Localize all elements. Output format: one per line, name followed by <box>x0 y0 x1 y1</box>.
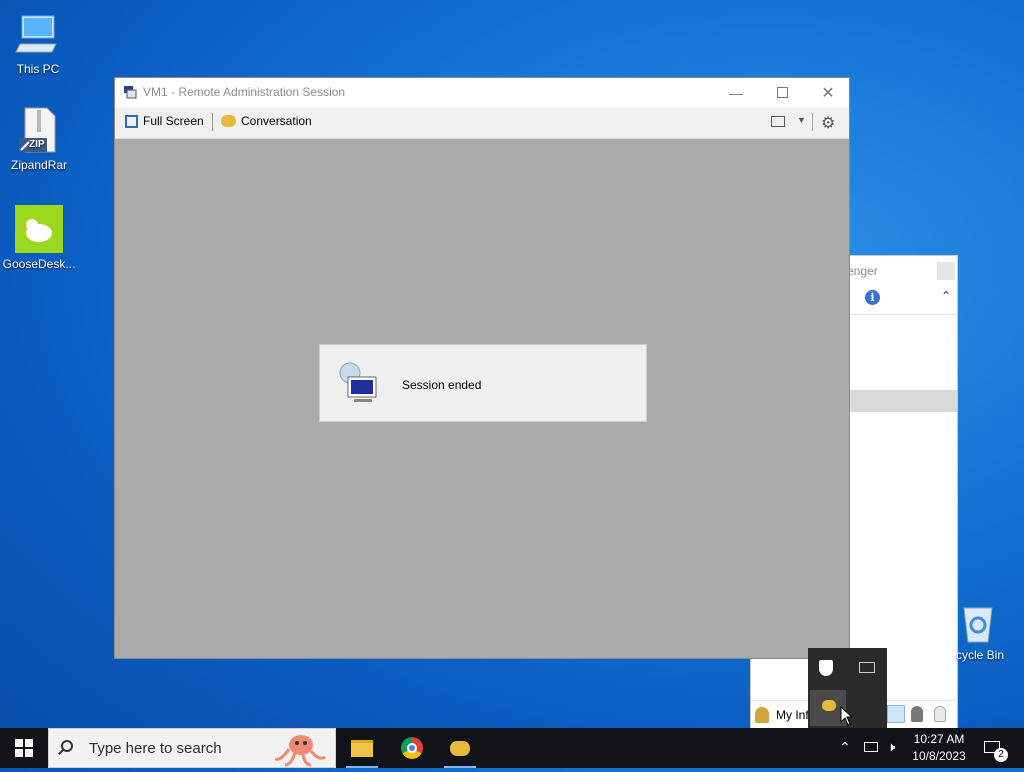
remote-session-window: VM1 - Remote Administration Session — ✕ … <box>114 77 850 659</box>
network-disconnected-icon[interactable] <box>859 662 875 673</box>
session-ended-message: Session ended <box>402 378 482 392</box>
desktop-icon-recycle-bin[interactable]: cycle Bin <box>952 600 1024 662</box>
windows-logo-icon <box>15 739 33 757</box>
search-highlight-octopus-icon <box>271 731 327 767</box>
remote-window-titlebar[interactable]: VM1 - Remote Administration Session — ✕ <box>115 78 849 107</box>
desktop-icon-this-pc[interactable]: This PC <box>0 10 76 76</box>
maximize-button[interactable] <box>759 78 805 107</box>
desktop-icon-label: ZipandRar <box>10 158 68 172</box>
toolbar-divider-right <box>812 113 813 131</box>
zip-badge: ZIP <box>29 139 45 150</box>
remote-window-title: VM1 - Remote Administration Session <box>143 85 346 99</box>
chrome-icon <box>401 737 423 759</box>
info-icon[interactable]: i <box>865 290 880 305</box>
messenger-close-button[interactable] <box>937 262 955 280</box>
chevron-up-tray-icon[interactable]: ⌃ <box>839 739 851 756</box>
status-offline-icon[interactable] <box>934 706 946 722</box>
start-button[interactable] <box>0 728 48 768</box>
computer-icon <box>14 10 62 58</box>
volume-muted-icon[interactable]: 🕨 <box>887 740 895 755</box>
close-button[interactable]: ✕ <box>805 78 851 107</box>
chevron-up-icon[interactable]: ⌃ <box>941 289 951 303</box>
notification-center-button[interactable]: 2 <box>980 728 1024 768</box>
taskbar-search-box[interactable] <box>48 728 336 768</box>
messenger-title: enger <box>847 264 878 278</box>
session-ended-dialog: Session ended <box>319 344 647 422</box>
search-input[interactable] <box>87 739 261 758</box>
messenger-icon <box>450 740 470 756</box>
taskbar-chrome[interactable] <box>388 728 436 768</box>
desktop-icon-label: GooseDesk... <box>2 257 76 271</box>
recycle-bin-icon <box>956 600 1000 644</box>
remote-app-icon <box>123 85 137 99</box>
toolbar-divider <box>212 113 213 131</box>
minimize-button[interactable]: — <box>713 78 759 107</box>
chevron-down-icon[interactable]: ▼ <box>797 115 806 125</box>
conversation-icon <box>221 115 236 127</box>
taskbar-messenger[interactable] <box>436 728 484 768</box>
desktop-icon-zipandrar[interactable]: ZIP ZipandRar <box>1 106 77 172</box>
network-computer-icon <box>336 359 382 407</box>
desktop-icon-label: cycle Bin <box>956 648 1005 662</box>
messenger-tray-icon <box>822 700 836 711</box>
goose-icon <box>15 205 63 253</box>
taskbar-file-explorer[interactable] <box>338 728 386 768</box>
full-screen-button[interactable]: Full Screen <box>125 114 204 128</box>
status-online-icon[interactable] <box>887 705 905 723</box>
full-screen-label: Full Screen <box>143 114 204 128</box>
clock-date: 10/8/2023 <box>912 749 966 763</box>
clock-time: 10:27 AM <box>913 732 965 746</box>
taskbar-clock[interactable]: 10:27 AM 10/8/2023 <box>906 731 972 767</box>
desktop-icon-label: This PC <box>16 62 60 76</box>
desktop-icon-goosedesktop[interactable]: GooseDesk... <box>1 205 77 271</box>
monitor-select-icon[interactable] <box>771 116 785 127</box>
search-icon-handle <box>58 749 64 755</box>
conversation-label: Conversation <box>241 114 312 128</box>
taskbar: ⌃ 🕨 10:27 AM 10/8/2023 2 <box>0 728 1024 768</box>
gear-icon[interactable]: ⚙ <box>821 113 835 132</box>
remote-toolbar: Full Screen Conversation ▼ ⚙ <box>115 107 849 139</box>
mouse-cursor <box>840 705 854 731</box>
conversation-button[interactable]: Conversation <box>221 114 312 128</box>
folder-icon <box>351 739 373 757</box>
user-icon <box>755 707 769 723</box>
full-screen-icon <box>125 114 138 128</box>
network-icon[interactable] <box>864 742 878 752</box>
status-away-icon[interactable] <box>911 706 923 722</box>
notification-count-badge: 2 <box>994 748 1008 762</box>
shield-warning-icon[interactable] <box>819 660 833 676</box>
zip-file-icon: ZIP <box>15 106 63 154</box>
